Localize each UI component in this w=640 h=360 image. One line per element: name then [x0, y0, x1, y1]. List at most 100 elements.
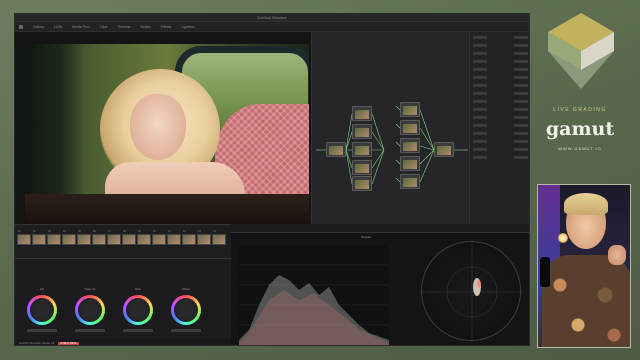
node-02[interactable]: [352, 106, 372, 121]
clip-thumbnail[interactable]: [182, 234, 196, 245]
node-thumbnail: [437, 146, 451, 155]
inspector-row[interactable]: [473, 51, 528, 56]
offset-slider[interactable]: [171, 329, 201, 332]
inspector-field[interactable]: [473, 52, 487, 55]
inspector-row[interactable]: [473, 67, 528, 72]
clip-thumbnail[interactable]: [47, 234, 61, 245]
inspector-field[interactable]: [514, 92, 528, 95]
node-06[interactable]: [352, 176, 372, 191]
inspector-row[interactable]: [473, 43, 528, 48]
node-10[interactable]: [400, 156, 420, 171]
toolbar-item-lightbox[interactable]: Lightbox: [181, 25, 194, 29]
app-name: DaVinci Resolve Studio 18: [19, 341, 55, 345]
inspector-row[interactable]: [473, 83, 528, 88]
inspector-row[interactable]: [473, 155, 528, 160]
inspector-field[interactable]: [514, 60, 528, 63]
inspector-field[interactable]: [473, 100, 487, 103]
inspector-field[interactable]: [514, 84, 528, 87]
inspector-row[interactable]: [473, 91, 528, 96]
inspector-field[interactable]: [514, 124, 528, 127]
clip-thumbnail[interactable]: [137, 234, 151, 245]
clip-thumbnail[interactable]: [152, 234, 166, 245]
inspector-field[interactable]: [473, 148, 487, 151]
node-04[interactable]: [352, 142, 372, 157]
inspector-field[interactable]: [514, 108, 528, 111]
inspector-field[interactable]: [514, 156, 528, 159]
inspector-field[interactable]: [514, 140, 528, 143]
inspector-field[interactable]: [473, 116, 487, 119]
node-03[interactable]: [352, 124, 372, 139]
toolbar-item-luts[interactable]: LUTs: [54, 25, 62, 29]
inspector-row[interactable]: [473, 131, 528, 136]
node-09[interactable]: [400, 138, 420, 153]
inspector-field[interactable]: [473, 60, 487, 63]
inspector-field[interactable]: [473, 132, 487, 135]
clip-thumbnail[interactable]: [122, 234, 136, 245]
toolbar-item-clips[interactable]: Clips: [100, 25, 108, 29]
toolbar-item-nodes[interactable]: Nodes: [140, 25, 150, 29]
inspector-field[interactable]: [514, 52, 528, 55]
inspector-row[interactable]: [473, 99, 528, 104]
inspector-row[interactable]: [473, 123, 528, 128]
inspector-row[interactable]: [473, 147, 528, 152]
gallery-icon[interactable]: [19, 24, 23, 29]
toolbar-item-effects[interactable]: Effects: [161, 25, 172, 29]
inspector-row[interactable]: [473, 115, 528, 120]
inspector-field[interactable]: [514, 100, 528, 103]
toolbar-item-media-pool[interactable]: Media Pool: [72, 25, 90, 29]
inspector-row[interactable]: [473, 139, 528, 144]
lift-wheel[interactable]: [27, 295, 57, 325]
gain-slider[interactable]: [123, 329, 153, 332]
inspector-field[interactable]: [514, 132, 528, 135]
clip-thumbnail[interactable]: [167, 234, 181, 245]
webcam-feed: [537, 184, 631, 348]
presenter-hair: [564, 193, 608, 215]
clip-thumbnail[interactable]: [197, 234, 211, 245]
inspector-row[interactable]: [473, 107, 528, 112]
inspector-field[interactable]: [514, 116, 528, 119]
clip-thumbnail[interactable]: [212, 234, 226, 245]
inspector-field[interactable]: [514, 36, 528, 39]
clip-thumbnail[interactable]: [77, 234, 91, 245]
node-07[interactable]: [400, 102, 420, 117]
inspector-row[interactable]: [473, 59, 528, 64]
lift-slider[interactable]: [27, 329, 57, 332]
gain-wheel[interactable]: [123, 295, 153, 325]
inspector-field[interactable]: [514, 68, 528, 71]
clip-number: 13: [198, 230, 201, 233]
inspector-field[interactable]: [473, 36, 487, 39]
inspector-field[interactable]: [473, 44, 487, 47]
clip-thumbnail[interactable]: [32, 234, 46, 245]
inspector-field[interactable]: [473, 68, 487, 71]
inspector-row[interactable]: [473, 75, 528, 80]
node-05[interactable]: [352, 160, 372, 175]
offset-wheel[interactable]: [171, 295, 201, 325]
inspector-row[interactable]: [473, 35, 528, 40]
inspector-field[interactable]: [473, 124, 487, 127]
toolbar-item-timeline[interactable]: Timeline: [117, 25, 130, 29]
inspector-field[interactable]: [514, 148, 528, 151]
node-11[interactable]: [400, 174, 420, 189]
viewer-panel[interactable]: [15, 32, 311, 224]
inspector-field[interactable]: [473, 92, 487, 95]
inspector-field[interactable]: [473, 156, 487, 159]
toolbar-item-gallery[interactable]: Gallery: [33, 25, 44, 29]
clip-thumbnail[interactable]: [107, 234, 121, 245]
node-08[interactable]: [400, 120, 420, 135]
subject-face: [130, 94, 186, 160]
gamma-wheel[interactable]: [75, 295, 105, 325]
clip-thumbnail[interactable]: [17, 234, 31, 245]
node-01[interactable]: [326, 142, 346, 157]
inspector-field[interactable]: [473, 84, 487, 87]
node-graph[interactable]: [311, 32, 469, 224]
inspector-field[interactable]: [473, 76, 487, 79]
inspector-field[interactable]: [514, 76, 528, 79]
inspector-field[interactable]: [514, 44, 528, 47]
clip-number: 14: [213, 230, 216, 233]
clip-thumbnail[interactable]: [92, 234, 106, 245]
clip-thumbnail[interactable]: [62, 234, 76, 245]
node-12[interactable]: [434, 142, 454, 157]
inspector-field[interactable]: [473, 140, 487, 143]
inspector-field[interactable]: [473, 108, 487, 111]
gamma-slider[interactable]: [75, 329, 105, 332]
